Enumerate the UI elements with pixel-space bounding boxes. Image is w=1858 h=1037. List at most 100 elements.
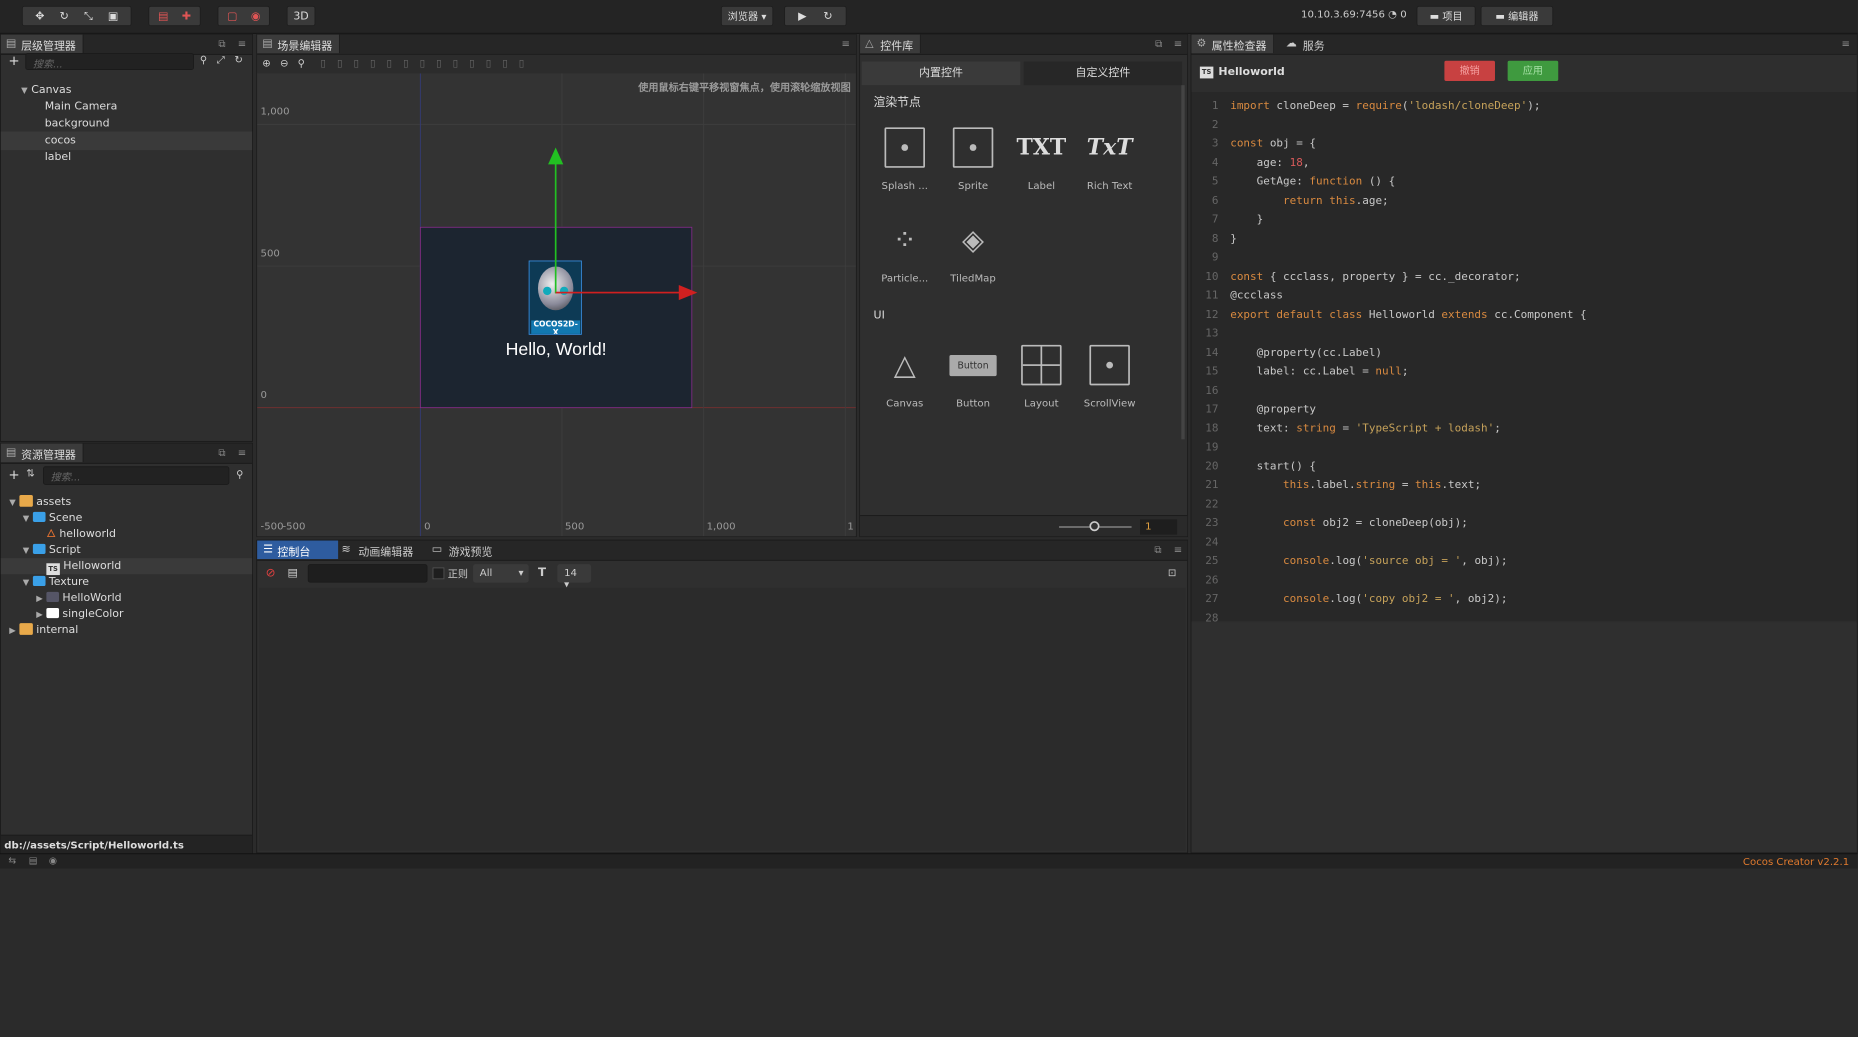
hello-label[interactable]: Hello, World! [420,340,692,360]
menu-icon[interactable]: ≡ [1842,38,1850,50]
widget-item[interactable]: ◈ TiledMap [940,213,1006,297]
slider-handle[interactable] [1089,521,1100,532]
code-line: 10 const { ccclass, property } = cc._deco… [1191,268,1856,287]
console-filter-input[interactable] [307,564,428,583]
asset-item[interactable]: ▼ Script [1,542,252,558]
tab-custom[interactable]: 自定义控件 [1023,61,1183,86]
assets-search-input[interactable]: 搜索... [43,466,230,485]
refresh-icon[interactable]: ↻ [234,54,242,66]
scrollbar[interactable] [1181,85,1185,440]
y-axis-handle[interactable] [554,160,557,294]
font-size-select[interactable]: 14 ▾ [557,564,592,590]
pivot-icon[interactable]: ▤ [158,10,168,23]
log-file-icon[interactable]: ▤ [288,567,298,580]
asset-item[interactable]: ▼ assets [1,494,252,510]
add-node-icon[interactable]: + [8,52,19,68]
local-icon[interactable]: ▢ [227,10,237,23]
assets-tab[interactable]: ▤ 资源管理器 [0,443,84,463]
tab-builtin[interactable]: 内置控件 [861,61,1021,86]
menu-icon[interactable]: ≡ [1174,38,1182,50]
level-select[interactable]: All ▾ [473,564,529,583]
tab-preview[interactable]: ▭ 游戏预览 [432,543,493,559]
play-icon[interactable]: ▶ [798,10,806,23]
size-input[interactable]: 1 [1140,519,1178,535]
menu-icon[interactable]: ≡ [238,38,246,50]
hierarchy-tab[interactable]: ▤ 层级管理器 [0,34,84,54]
browser-select[interactable]: 浏览器 ▾ [720,5,774,27]
refresh-icon[interactable]: ↻ [823,10,832,23]
search-icon[interactable]: ⚲ [236,468,243,480]
tab-console[interactable]: ☰ 控制台 [257,540,339,560]
zoom-in-icon[interactable]: ⊕ [262,57,270,69]
y-arrow-icon[interactable] [548,147,564,165]
popout-icon[interactable]: ⧉ [218,447,225,460]
x-arrow-icon[interactable] [678,285,698,301]
menu-icon[interactable]: ≡ [1174,544,1182,556]
regex-checkbox[interactable] [432,567,445,580]
service-tab[interactable]: ☁ 服务 [1286,37,1325,53]
apply-button[interactable]: 应用 [1507,60,1559,81]
editor-button[interactable]: ▬ 编辑器 [1480,5,1554,27]
clear-icon[interactable]: ⊘ [266,567,276,580]
network-icon[interactable]: ⇆ [8,855,16,866]
popout-icon[interactable]: ⧉ [1155,38,1162,51]
zoom-reset-icon[interactable]: ⚲ [298,57,305,69]
eye-icon[interactable]: ◉ [49,855,57,866]
hierarchy-search-input[interactable]: 搜索... [25,53,194,70]
widget-label: ScrollView [1083,397,1136,409]
tree-node-cocos[interactable]: cocos [0,131,253,151]
folder-icon [32,511,46,522]
move-tool-icon[interactable]: ✥ [35,10,44,23]
tab-animation[interactable]: ≋ 动画编辑器 [341,543,413,559]
menu-icon[interactable]: ≡ [842,38,850,50]
widget-item[interactable]: Button Button [940,338,1006,422]
widgets-tab[interactable]: △ 控件库 [860,34,921,54]
widget-item[interactable]: ScrollView [1077,338,1143,422]
asset-item[interactable]: ▶ internal [1,622,252,638]
align-tools[interactable]: ▯▯▯▯▯▯▯▯▯▯▯▯▯ [320,57,535,69]
scale-tool-icon[interactable]: ⤡ [84,10,93,23]
scene-viewport[interactable]: 使用鼠标右键平移视窗焦点，使用滚轮缩放视图 1,000 500 0 -500 -… [257,73,856,537]
widget-item[interactable]: Layout [1008,338,1074,422]
asset-item[interactable]: ▶ HelloWorld [1,590,252,606]
x-axis-handle[interactable] [555,291,689,294]
expand-icon[interactable]: ⤢ [217,54,225,67]
revert-button[interactable]: 撤销 [1444,60,1495,81]
popout-icon[interactable]: ⧉ [1154,544,1161,557]
tree-node-background[interactable]: background [45,115,110,134]
scene-tab[interactable]: ▤ 场景编辑器 [257,34,340,54]
widget-item[interactable]: TxT Rich Text [1077,121,1143,205]
search-icon[interactable]: ⚲ [200,54,207,66]
tree-node-canvas[interactable]: ▼ Canvas [21,81,71,100]
asset-item[interactable]: 🜂 helloworld [1,526,252,542]
asset-item[interactable]: ▼ Scene [1,510,252,526]
rotate-tool-icon[interactable]: ↻ [60,10,69,23]
tree-node-label[interactable]: label [45,148,72,167]
popout-icon[interactable]: ⧉ [218,38,225,51]
add-asset-icon[interactable]: + [8,466,19,482]
asset-item[interactable]: ▶ singleColor [1,606,252,622]
code-text: const obj = { [1230,137,1317,151]
version-label: Cocos Creator v2.2.1 [1742,855,1850,868]
sort-icon[interactable]: ⇅ [26,467,34,479]
code-editor[interactable]: 1 import cloneDeep = require('lodash/clon… [1191,91,1857,700]
preview-ip[interactable]: 10.10.3.69:7456 ◔ 0 [1301,8,1407,20]
center-icon[interactable]: ✚ [182,10,191,23]
widget-item[interactable]: ⁘ Particle... [872,213,938,297]
widget-item[interactable]: Splash ... [872,121,938,205]
widget-item[interactable]: TXT Label [1008,121,1074,205]
rect-tool-icon[interactable]: ▣ [108,10,118,23]
widget-item[interactable]: Sprite [940,121,1006,205]
asset-item[interactable]: TS Helloworld [0,558,253,576]
menu-icon[interactable]: ≡ [238,447,246,459]
global-icon[interactable]: ◉ [251,10,261,23]
asset-item[interactable]: ▼ Texture [1,574,252,590]
project-button[interactable]: ▬ 项目 [1416,5,1476,27]
log-icon[interactable]: ▤ [29,855,38,866]
zoom-out-icon[interactable]: ⊖ [280,57,288,69]
3d-toggle-button[interactable]: 3D [286,5,316,27]
widget-item[interactable]: △ Canvas [872,338,938,422]
collapse-icon[interactable]: ⊡ [1168,567,1176,579]
tree-node-main-camera[interactable]: Main Camera [45,98,118,117]
inspector-tab[interactable]: ⚙ 属性检查器 [1191,34,1275,54]
